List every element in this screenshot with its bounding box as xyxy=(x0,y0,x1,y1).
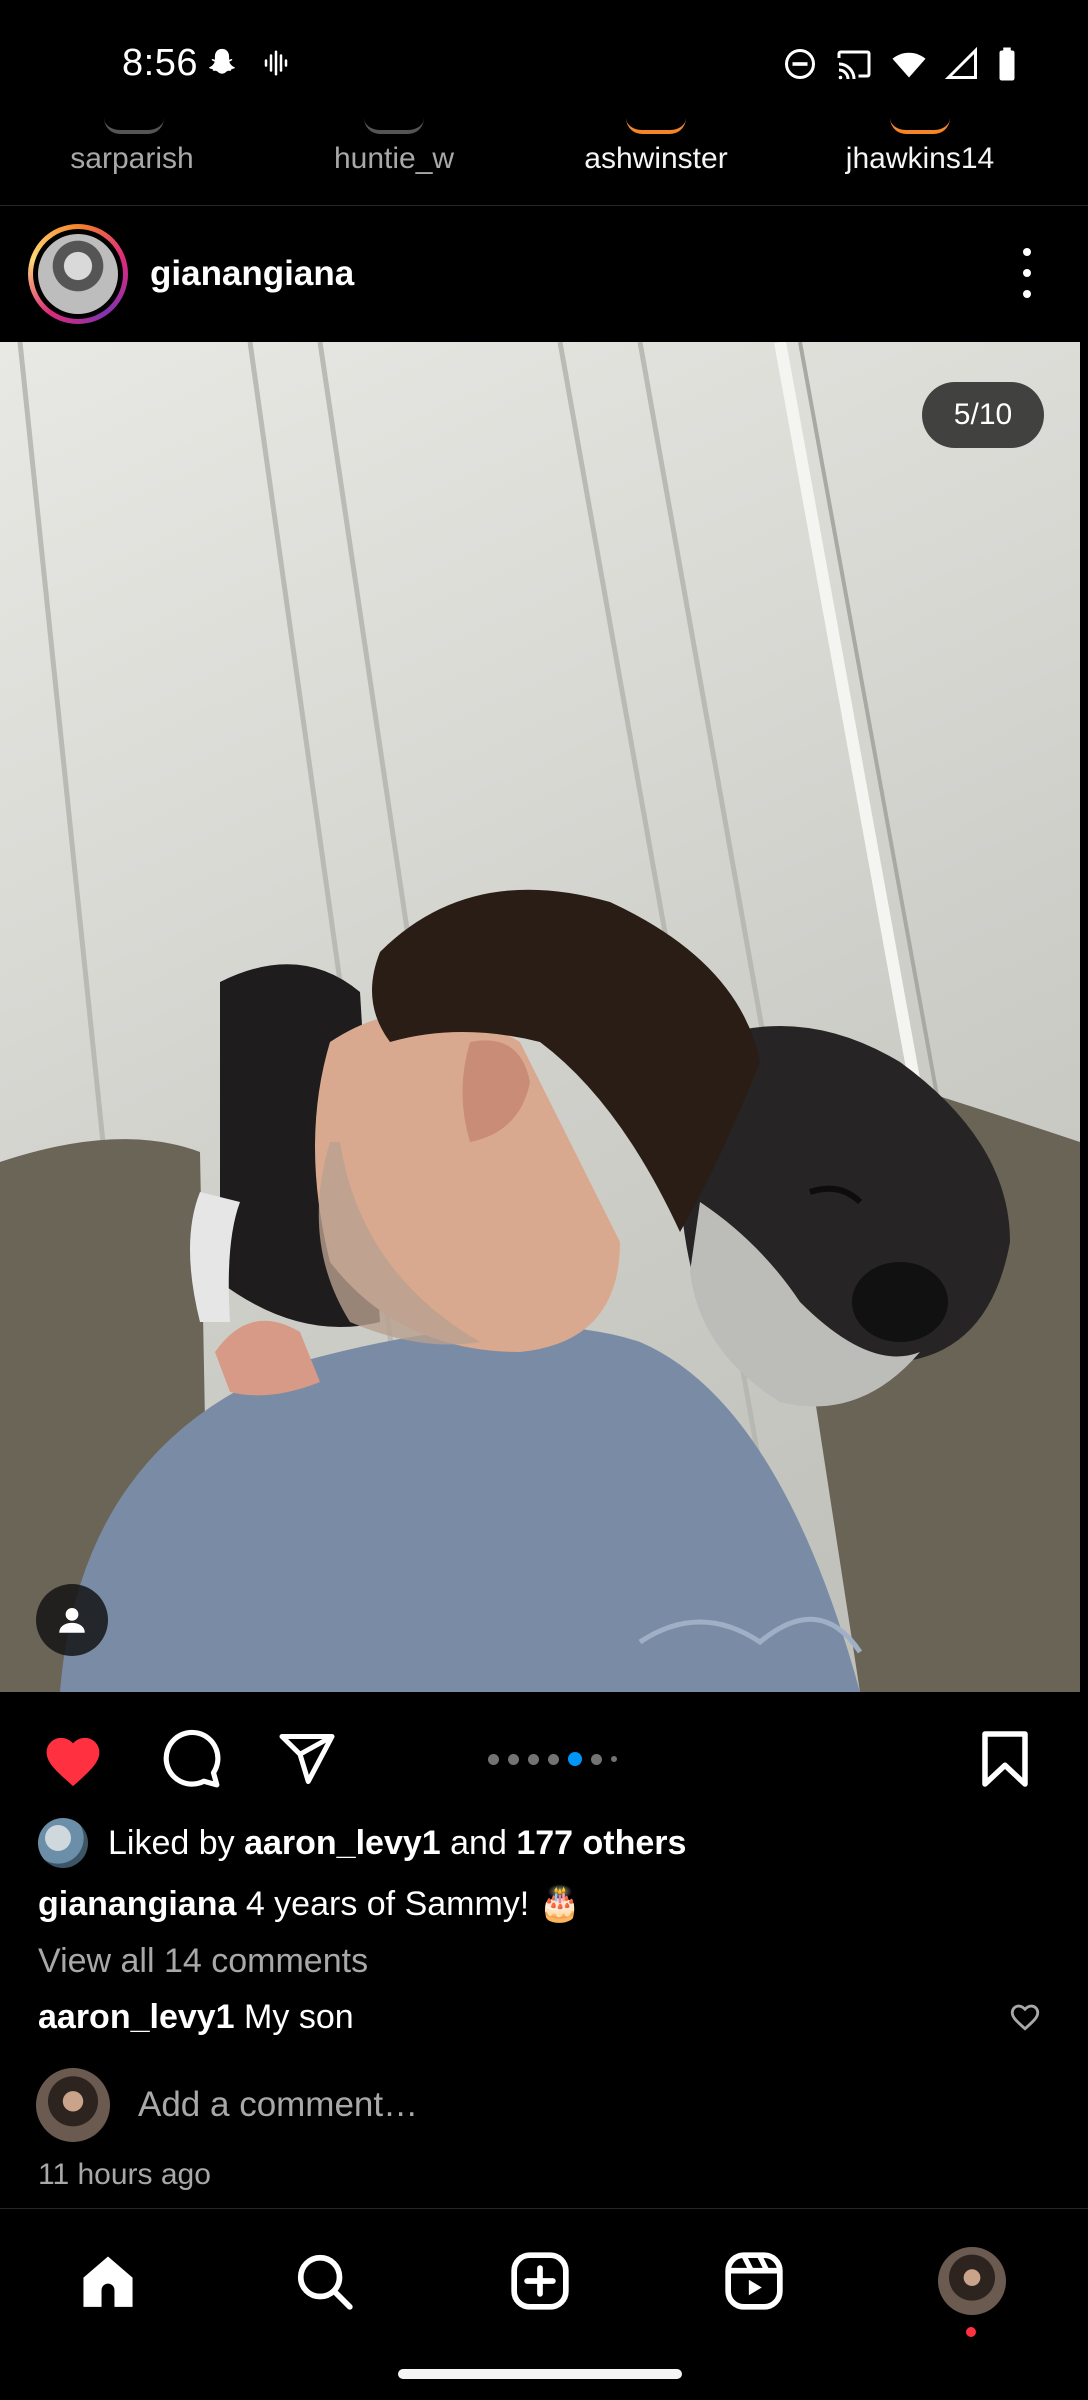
carousel-dot xyxy=(591,1753,602,1765)
nav-search[interactable] xyxy=(284,2241,364,2321)
bookmark-icon xyxy=(982,1731,1028,1787)
wifi-icon xyxy=(890,46,928,87)
status-bar: 8:56 xyxy=(0,0,1088,130)
likes-summary[interactable]: Liked by aaron_levy1 and 177 others xyxy=(38,1816,686,1870)
caption-username[interactable]: gianangiana xyxy=(38,1885,236,1923)
post-action-bar xyxy=(0,1692,1088,1812)
share-button[interactable] xyxy=(272,1724,342,1794)
dnd-icon xyxy=(782,46,818,87)
search-icon xyxy=(297,2254,353,2310)
story-ring xyxy=(890,118,950,134)
post-header: gianangiana xyxy=(0,208,1088,342)
nav-home[interactable] xyxy=(68,2241,148,2321)
carousel-counter: 5/10 xyxy=(922,382,1044,448)
carousel-dot xyxy=(548,1753,559,1765)
post-username[interactable]: gianangiana xyxy=(150,254,354,294)
comment-text: My son xyxy=(244,1998,354,2036)
carousel-dot xyxy=(611,1756,617,1762)
carousel-dot xyxy=(508,1753,519,1765)
notification-dot xyxy=(966,2327,976,2337)
carousel-dot-active xyxy=(568,1752,582,1766)
carousel-dot xyxy=(528,1753,539,1765)
user-icon xyxy=(59,1607,85,1633)
voice-wave-icon xyxy=(261,48,291,83)
signal-icon xyxy=(944,46,980,87)
story-ring xyxy=(364,118,424,134)
battery-icon xyxy=(996,46,1018,87)
story-ring xyxy=(626,118,686,134)
comment-username[interactable]: aaron_levy1 xyxy=(38,1998,235,2036)
bottom-navigation xyxy=(0,2208,1088,2400)
stories-tray: sarparish huntie_w ashwinster jhawkins14 xyxy=(0,130,1088,206)
story-username[interactable]: jhawkins14 xyxy=(810,142,1030,176)
reels-icon xyxy=(725,2252,783,2310)
likes-joiner: and xyxy=(450,1823,507,1862)
profile-avatar xyxy=(938,2247,1006,2315)
status-time: 8:56 xyxy=(122,42,198,84)
comment-like-button[interactable] xyxy=(1008,2000,1042,2034)
story-ring xyxy=(104,118,164,134)
liker-username[interactable]: aaron_levy1 xyxy=(244,1824,441,1863)
nav-profile[interactable] xyxy=(932,2241,1012,2337)
post-caption: gianangiana 4 years of Sammy! 🎂 xyxy=(38,1884,581,1924)
nav-create[interactable] xyxy=(500,2241,580,2321)
caption-text: 4 years of Sammy! 🎂 xyxy=(245,1885,582,1923)
current-user-avatar xyxy=(36,2068,110,2142)
home-indicator[interactable] xyxy=(398,2369,682,2379)
post-timestamp: 11 hours ago xyxy=(38,2158,211,2191)
comment-button[interactable] xyxy=(156,1724,226,1794)
post-author-avatar[interactable] xyxy=(28,224,128,324)
tagged-people-button[interactable] xyxy=(36,1584,108,1656)
likes-prefix: Liked by xyxy=(108,1823,235,1862)
story-username[interactable]: ashwinster xyxy=(546,142,766,176)
carousel-dot xyxy=(488,1753,499,1765)
comment-icon xyxy=(163,1729,221,1788)
story-username[interactable]: huntie_w xyxy=(284,142,504,176)
carousel-indicator xyxy=(488,1752,617,1766)
home-icon xyxy=(83,2256,133,2307)
add-comment-row[interactable]: Add a comment… xyxy=(36,2068,418,2142)
story-username[interactable]: sarparish xyxy=(22,142,242,176)
post-image[interactable]: 5/10 xyxy=(0,342,1080,1692)
send-icon xyxy=(279,1734,335,1784)
post-photo xyxy=(0,342,1080,1692)
heart-outline-icon xyxy=(1010,2004,1040,2031)
top-comment: aaron_levy1 My son xyxy=(38,1998,354,2037)
like-button[interactable] xyxy=(38,1724,108,1794)
liker-avatar xyxy=(38,1818,88,1868)
heart-filled-icon xyxy=(46,1737,100,1787)
nav-reels[interactable] xyxy=(714,2241,794,2321)
cast-icon xyxy=(834,46,874,87)
add-comment-input[interactable]: Add a comment… xyxy=(138,2085,418,2125)
view-all-comments-link[interactable]: View all 14 comments xyxy=(38,1942,368,1981)
snapchat-icon xyxy=(205,46,239,85)
likes-others[interactable]: 177 others xyxy=(516,1824,686,1863)
save-button[interactable] xyxy=(970,1724,1040,1794)
create-icon xyxy=(511,2252,569,2310)
more-options-icon[interactable] xyxy=(1012,248,1042,298)
